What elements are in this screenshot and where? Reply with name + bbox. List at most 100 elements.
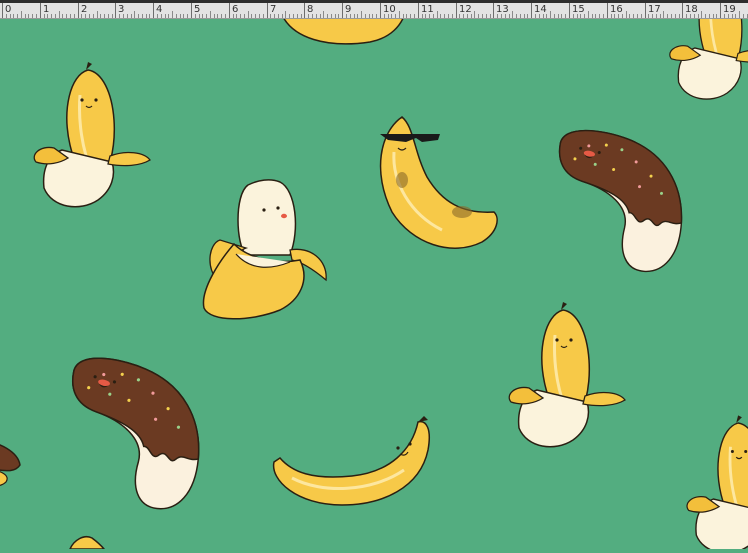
- ruler-minor-tick: [671, 14, 672, 18]
- ruler-label: 12: [459, 4, 472, 15]
- ruler-minor-tick: [663, 11, 664, 18]
- ruler-minor-tick: [467, 14, 468, 18]
- ruler-minor-tick: [512, 11, 513, 18]
- ruler-minor-tick: [724, 14, 725, 18]
- ruler-minor-tick: [509, 14, 510, 18]
- ruler-minor-tick: [59, 11, 60, 18]
- ruler-minor-tick: [297, 14, 298, 18]
- ruler-minor-tick: [516, 14, 517, 18]
- ruler-minor-tick: [157, 14, 158, 18]
- ruler-minor-tick: [357, 14, 358, 18]
- ruler-top-strip: [0, 0, 748, 3]
- ruler-major-tick: [493, 3, 494, 18]
- ruler-minor-tick: [361, 11, 362, 18]
- ruler-minor-tick: [233, 14, 234, 18]
- ruler-minor-tick: [25, 14, 26, 18]
- ruler-minor-tick: [592, 14, 593, 18]
- ruler-minor-tick: [735, 14, 736, 18]
- ruler-minor-tick: [70, 14, 71, 18]
- ruler-minor-tick: [338, 14, 339, 18]
- ruler-major-tick: [456, 3, 457, 18]
- ruler-minor-tick: [595, 14, 596, 18]
- ruler-minor-tick: [236, 14, 237, 18]
- ruler-minor-tick: [168, 14, 169, 18]
- ruler-minor-tick: [327, 14, 328, 18]
- horizontal-ruler[interactable]: 0 1 2 3 4 5 6 7 8 9 10 11 12 13 14 15 16 17 18 19: [0, 0, 748, 19]
- ruler-minor-tick: [350, 14, 351, 18]
- ruler-major-tick: [418, 3, 419, 18]
- ruler-minor-tick: [690, 14, 691, 18]
- ruler-minor-tick: [36, 14, 37, 18]
- ruler-minor-tick: [28, 14, 29, 18]
- ruler-minor-tick: [429, 14, 430, 18]
- ruler-minor-tick: [142, 14, 143, 18]
- ruler-minor-tick: [172, 11, 173, 18]
- ruler-minor-tick: [62, 14, 63, 18]
- ruler-minor-tick: [558, 14, 559, 18]
- ruler-minor-tick: [626, 11, 627, 18]
- ruler-minor-tick: [478, 14, 479, 18]
- ruler-minor-tick: [399, 11, 400, 18]
- ruler-minor-tick: [622, 14, 623, 18]
- ruler-minor-tick: [459, 14, 460, 18]
- ruler-minor-tick: [187, 14, 188, 18]
- ruler-major-tick: [342, 3, 343, 18]
- ruler-minor-tick: [138, 14, 139, 18]
- ruler-minor-tick: [614, 14, 615, 18]
- ruler-minor-tick: [573, 14, 574, 18]
- ruler-minor-tick: [543, 14, 544, 18]
- ruler-minor-tick: [6, 14, 7, 18]
- ruler-minor-tick: [505, 14, 506, 18]
- ruler-minor-tick: [119, 14, 120, 18]
- ruler-minor-tick: [183, 14, 184, 18]
- ruler-minor-tick: [248, 11, 249, 18]
- ruler-minor-tick: [240, 14, 241, 18]
- ruler-minor-tick: [440, 14, 441, 18]
- ruler-minor-tick: [206, 14, 207, 18]
- ruler-minor-tick: [127, 14, 128, 18]
- ruler-minor-tick: [316, 14, 317, 18]
- ruler-minor-tick: [55, 14, 56, 18]
- ruler-minor-tick: [550, 11, 551, 18]
- ruler-minor-tick: [165, 14, 166, 18]
- ruler-minor-tick: [580, 14, 581, 18]
- ruler-minor-tick: [422, 14, 423, 18]
- ruler-minor-tick: [629, 14, 630, 18]
- ruler-minor-tick: [675, 14, 676, 18]
- ruler-minor-tick: [104, 14, 105, 18]
- ruler-major-tick: [153, 3, 154, 18]
- ruler-minor-tick: [255, 14, 256, 18]
- ruler-minor-tick: [202, 14, 203, 18]
- ruler-minor-tick: [414, 14, 415, 18]
- ruler-minor-tick: [51, 14, 52, 18]
- banana-pattern-artwork: [0, 0, 748, 553]
- ruler-minor-tick: [599, 14, 600, 18]
- ruler-minor-tick: [93, 14, 94, 18]
- ruler-minor-tick: [561, 14, 562, 18]
- ruler-major-tick: [607, 3, 608, 18]
- ruler-minor-tick: [346, 14, 347, 18]
- ruler-minor-tick: [603, 14, 604, 18]
- ruler-minor-tick: [244, 14, 245, 18]
- ruler-major-tick: [229, 3, 230, 18]
- ruler-minor-tick: [217, 14, 218, 18]
- ruler-minor-tick: [743, 14, 744, 18]
- ruler-minor-tick: [501, 14, 502, 18]
- ruler-minor-tick: [323, 11, 324, 18]
- ruler-minor-tick: [388, 14, 389, 18]
- ruler-minor-tick: [497, 14, 498, 18]
- ruler-minor-tick: [739, 11, 740, 18]
- ruler-major-tick: [115, 3, 116, 18]
- ruler-minor-tick: [641, 14, 642, 18]
- ruler-minor-tick: [667, 14, 668, 18]
- ruler-minor-tick: [716, 14, 717, 18]
- ruler-minor-tick: [74, 14, 75, 18]
- ruler-major-tick: [267, 3, 268, 18]
- ruler-minor-tick: [637, 14, 638, 18]
- ruler-minor-tick: [372, 14, 373, 18]
- design-canvas[interactable]: [0, 0, 748, 553]
- ruler-major-tick: [645, 3, 646, 18]
- ruler-major-tick: [78, 3, 79, 18]
- ruler-minor-tick: [376, 14, 377, 18]
- ruler-major-tick: [531, 3, 532, 18]
